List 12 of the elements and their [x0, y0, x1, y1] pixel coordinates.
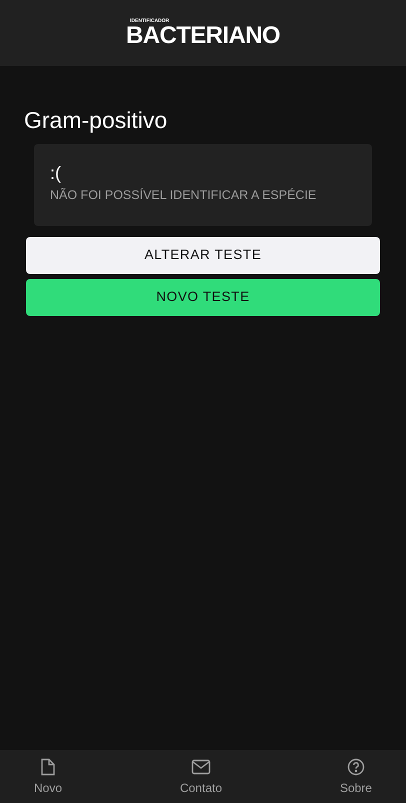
sad-face: :(	[50, 164, 62, 182]
new-test-button[interactable]: NOVO TESTE	[26, 278, 380, 316]
file-icon	[40, 758, 56, 776]
nav-tab[interactable]: Sobre	[340, 750, 372, 803]
change-test-button[interactable]: ALTERAR TESTE	[26, 236, 380, 274]
nav-tab[interactable]: Contato	[180, 750, 222, 803]
result-message: NÃO FOI POSSÍVEL IDENTIFICAR A ESPÉCIE	[50, 187, 318, 204]
mail-icon	[190, 758, 211, 774]
help-icon	[346, 758, 365, 776]
page-title: Gram-positivo	[24, 106, 168, 135]
logo-text: BACTERIANO	[126, 24, 280, 48]
nav-tab[interactable]: Novo	[34, 750, 62, 803]
